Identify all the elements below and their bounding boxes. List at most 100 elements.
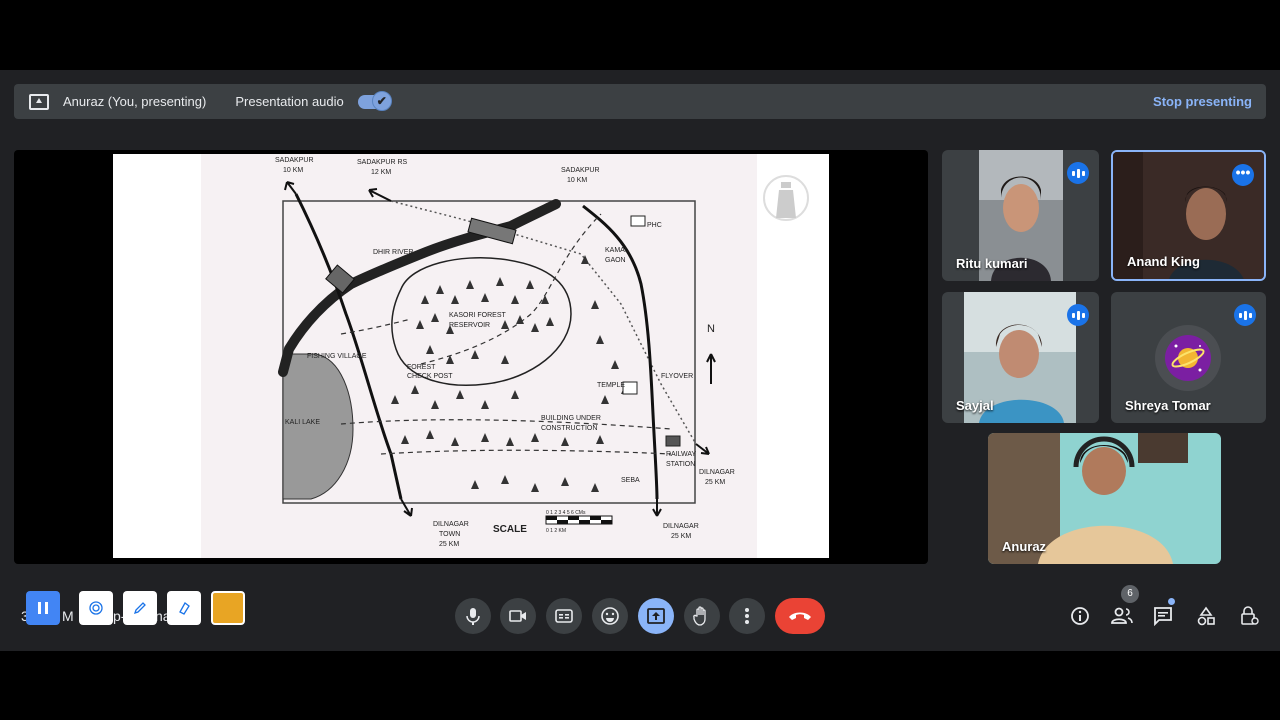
unread-dot	[1168, 598, 1175, 605]
meet-window: Anuraz (You, presenting) Presentation au…	[0, 70, 1280, 651]
captions-button[interactable]	[546, 598, 582, 634]
label-kasori: KASORI FOREST	[449, 312, 507, 319]
host-controls-button[interactable]	[1237, 604, 1261, 628]
present-now-button[interactable]	[638, 598, 674, 634]
label-dhir-river: DHIR RIVER	[373, 249, 413, 256]
north-arrow	[706, 353, 716, 384]
presentation-audio-toggle[interactable]: ✔	[357, 90, 392, 111]
label-sadakpur-right-km: 10 KM	[567, 177, 587, 184]
present-icon	[29, 93, 49, 110]
label-forest: FOREST	[407, 364, 436, 371]
more-options-icon[interactable]: •••	[1232, 164, 1254, 186]
label-scale-ticks: 0 1 2 3 4 5 6 CMs	[546, 510, 586, 516]
presenting-bar: Anuraz (You, presenting) Presentation au…	[14, 84, 1266, 119]
meeting-details-button[interactable]	[1068, 604, 1092, 628]
stop-presenting-button[interactable]: Stop presenting	[1153, 94, 1252, 109]
label-dilnagar-right-km: 25 KM	[705, 479, 725, 486]
mic-button[interactable]	[455, 598, 491, 634]
label-town: TOWN	[439, 531, 460, 538]
phc-building	[630, 215, 646, 227]
label-construction: CONSTRUCTION	[541, 425, 597, 432]
chat-icon	[1154, 607, 1172, 626]
raise-hand-button[interactable]	[684, 598, 720, 634]
scale-bar	[545, 515, 613, 525]
presenting-label: Anuraz (You, presenting)	[63, 94, 207, 109]
label-seba: SEBA	[621, 477, 640, 484]
participant-count-badge: 6	[1121, 585, 1139, 603]
audio-indicator-icon	[1234, 304, 1256, 326]
self-view-tile[interactable]: Anuraz	[988, 433, 1221, 564]
track-1	[340, 419, 672, 430]
label-kamal: KAMAL	[605, 247, 629, 254]
presentation-stage: SADAKPUR 10 KM SADAKPUR RS 12 KM SADAKPU…	[14, 150, 928, 564]
arrow-rs	[368, 188, 392, 202]
planet-avatar-icon	[1165, 335, 1211, 381]
label-scale-km: 0 1 2 KM	[546, 528, 566, 534]
label-sadakpur-rs-km: 12 KM	[371, 169, 391, 176]
host-controls-icon	[1241, 606, 1259, 625]
participant-name: Sayjal	[956, 398, 994, 413]
label-dilnagar-right: DILNAGAR	[699, 469, 735, 476]
audio-indicator-icon	[1067, 162, 1089, 184]
label-temple: TEMPLE	[597, 382, 625, 389]
arrow-se	[695, 443, 710, 455]
arrow-s	[400, 498, 413, 517]
activities-icon	[1197, 606, 1215, 626]
map-sheet: SADAKPUR 10 KM SADAKPUR RS 12 KM SADAKPU…	[201, 154, 809, 558]
participant-tile[interactable]: ••• Anand King	[1111, 150, 1266, 281]
label-building-under: BUILDING UNDER	[541, 415, 601, 422]
people-button[interactable]: 6	[1110, 585, 1139, 628]
label-flyover: FLYOVER	[661, 373, 693, 380]
label-kali-lake: KALI LAKE	[285, 419, 320, 426]
label-north: N	[707, 323, 715, 335]
track-2	[380, 449, 672, 455]
label-sadakpur-left: SADAKPUR	[275, 157, 314, 164]
activities-button[interactable]	[1194, 604, 1218, 628]
participant-tile[interactable]: Shreya Tomar	[1111, 292, 1266, 423]
label-phc: PHC	[647, 222, 662, 229]
mic-icon	[466, 608, 480, 625]
more-options-icon	[745, 608, 749, 624]
participant-name: Anuraz	[1002, 539, 1047, 554]
station-building	[665, 435, 681, 447]
slide-area: SADAKPUR 10 KM SADAKPUR RS 12 KM SADAKPU…	[68, 154, 874, 560]
arrow-nw	[284, 181, 297, 195]
participant-tile[interactable]: Sayjal	[942, 292, 1099, 423]
leave-call-button[interactable]	[775, 598, 825, 634]
label-dilnagar-bottom-km: 25 KM	[671, 533, 691, 540]
captions-icon	[555, 609, 573, 623]
more-options-button[interactable]	[729, 598, 765, 634]
chat-button[interactable]	[1151, 598, 1175, 628]
label-dilnagar-bottom: DILNAGAR	[663, 523, 699, 530]
label-gaon: GAON	[605, 257, 626, 264]
emoji-icon	[601, 607, 619, 625]
info-icon	[1071, 607, 1089, 625]
kasori-map: SADAKPUR 10 KM SADAKPUR RS 12 KM SADAKPU…	[275, 157, 735, 548]
participant-name: Shreya Tomar	[1125, 398, 1211, 413]
raise-hand-icon	[693, 606, 706, 626]
camera-button[interactable]	[500, 598, 536, 634]
presentation-slide: SADAKPUR 10 KM SADAKPUR RS 12 KM SADAKPU…	[113, 154, 829, 558]
participant-name: Ritu kumari	[956, 256, 1028, 271]
label-railway: RAILWAY	[666, 451, 697, 458]
label-sadakpur-rs: SADAKPUR RS	[357, 159, 408, 166]
check-icon: ✔	[371, 90, 392, 111]
camera-icon	[509, 610, 526, 622]
emoji-button[interactable]	[592, 598, 628, 634]
label-sadakpur-right: SADAKPUR	[561, 167, 600, 174]
label-sadakpur-left-km: 10 KM	[283, 167, 303, 174]
kali-lake-shape	[282, 353, 354, 500]
dhir-river-shape	[278, 199, 561, 377]
label-scale: SCALE	[493, 524, 527, 535]
presentation-audio-label: Presentation audio	[235, 94, 344, 109]
participant-tile[interactable]: Ritu kumari	[942, 150, 1099, 281]
end-call-icon	[789, 612, 811, 620]
watermark-figure	[763, 175, 809, 221]
arrow-s-right	[652, 499, 662, 517]
label-check-post: CHECK POST	[407, 373, 453, 380]
audio-indicator-icon	[1067, 304, 1089, 326]
participant-name: Anand King	[1127, 254, 1200, 269]
people-icon	[1111, 607, 1133, 624]
avatar	[1155, 325, 1221, 391]
label-reservoir: RESERVOIR	[449, 322, 490, 329]
